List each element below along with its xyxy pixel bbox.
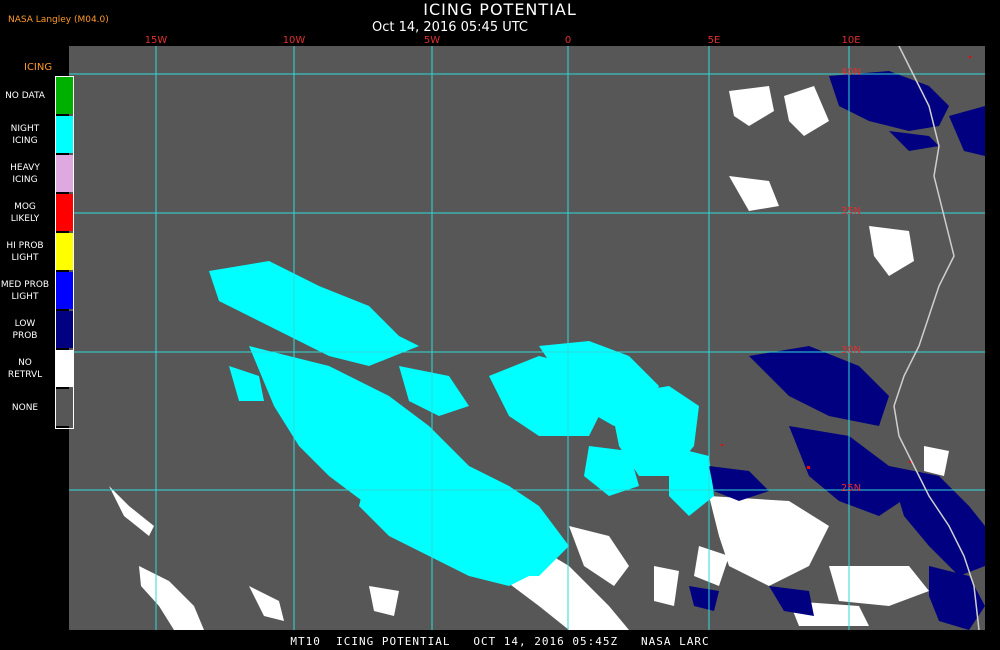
- legend-item: LOW PROB: [0, 310, 75, 349]
- legend-item: MED PROB LIGHT: [0, 271, 75, 310]
- longitude-label-0: 0: [564, 35, 572, 46]
- legend-item-label: NIGHT ICING: [10, 123, 40, 146]
- night-icing-areas: [209, 261, 714, 586]
- icing-map[interactable]: [69, 46, 985, 630]
- legend-item-swatch: [56, 155, 74, 192]
- legend-title: ICING: [24, 62, 53, 73]
- legend-item-swatch: [56, 233, 74, 270]
- legend-item-label: MED PROB LIGHT: [0, 279, 50, 302]
- longitude-label-10e: 10E: [841, 35, 861, 46]
- legend-item: MOG LIKELY: [0, 193, 75, 232]
- legend-item: NO RETRVL: [0, 349, 75, 388]
- legend-item-swatch: [56, 389, 74, 426]
- legend-item: NIGHT ICING: [0, 115, 75, 154]
- map-timestamp: Oct 14, 2016 05:45 UTC: [372, 20, 528, 35]
- legend-item: NO DATA: [0, 76, 75, 115]
- legend-item-swatch: [56, 350, 74, 387]
- legend-item-label: HI PROB LIGHT: [6, 240, 44, 263]
- legend-item-swatch: [56, 194, 74, 231]
- legend-item-label: NONE: [11, 402, 39, 413]
- legend-item-label: MOG LIKELY: [10, 201, 40, 224]
- legend-item-label: NO DATA: [5, 90, 45, 101]
- legend-item-swatch: [56, 77, 74, 114]
- longitude-label-5w: 5W: [423, 35, 441, 46]
- longitude-label-5e: 5E: [707, 35, 721, 46]
- footer-caption: MT10 ICING POTENTIAL OCT 14, 2016 05:45Z…: [290, 635, 710, 648]
- icing-map-canvas: [69, 46, 985, 630]
- map-title: ICING POTENTIAL: [423, 0, 577, 19]
- legend-item: HEAVY ICING: [0, 154, 75, 193]
- longitude-label-15w: 15W: [144, 35, 168, 46]
- legend-item-label: LOW PROB: [12, 318, 38, 341]
- latitude-label-40n: 40N: [840, 67, 862, 78]
- latitude-label-25n: 25N: [840, 483, 862, 494]
- latitude-label-30n: 30N: [840, 345, 862, 356]
- longitude-label-10w: 10W: [282, 35, 306, 46]
- latitude-label-35n: 35N: [840, 206, 862, 217]
- legend-item-swatch: [56, 272, 74, 309]
- legend-item-label: NO RETRVL: [7, 357, 43, 380]
- legend-item: HI PROB LIGHT: [0, 232, 75, 271]
- legend-item-swatch: [56, 311, 74, 348]
- data-source-label: NASA Langley (M04.0): [8, 15, 109, 25]
- legend-item: NONE: [0, 388, 75, 427]
- legend-item-swatch: [56, 116, 74, 153]
- legend-item-label: HEAVY ICING: [10, 162, 40, 185]
- legend: NO DATA NIGHT ICING HEAVY ICING MOG LIKELY H…: [0, 76, 75, 430]
